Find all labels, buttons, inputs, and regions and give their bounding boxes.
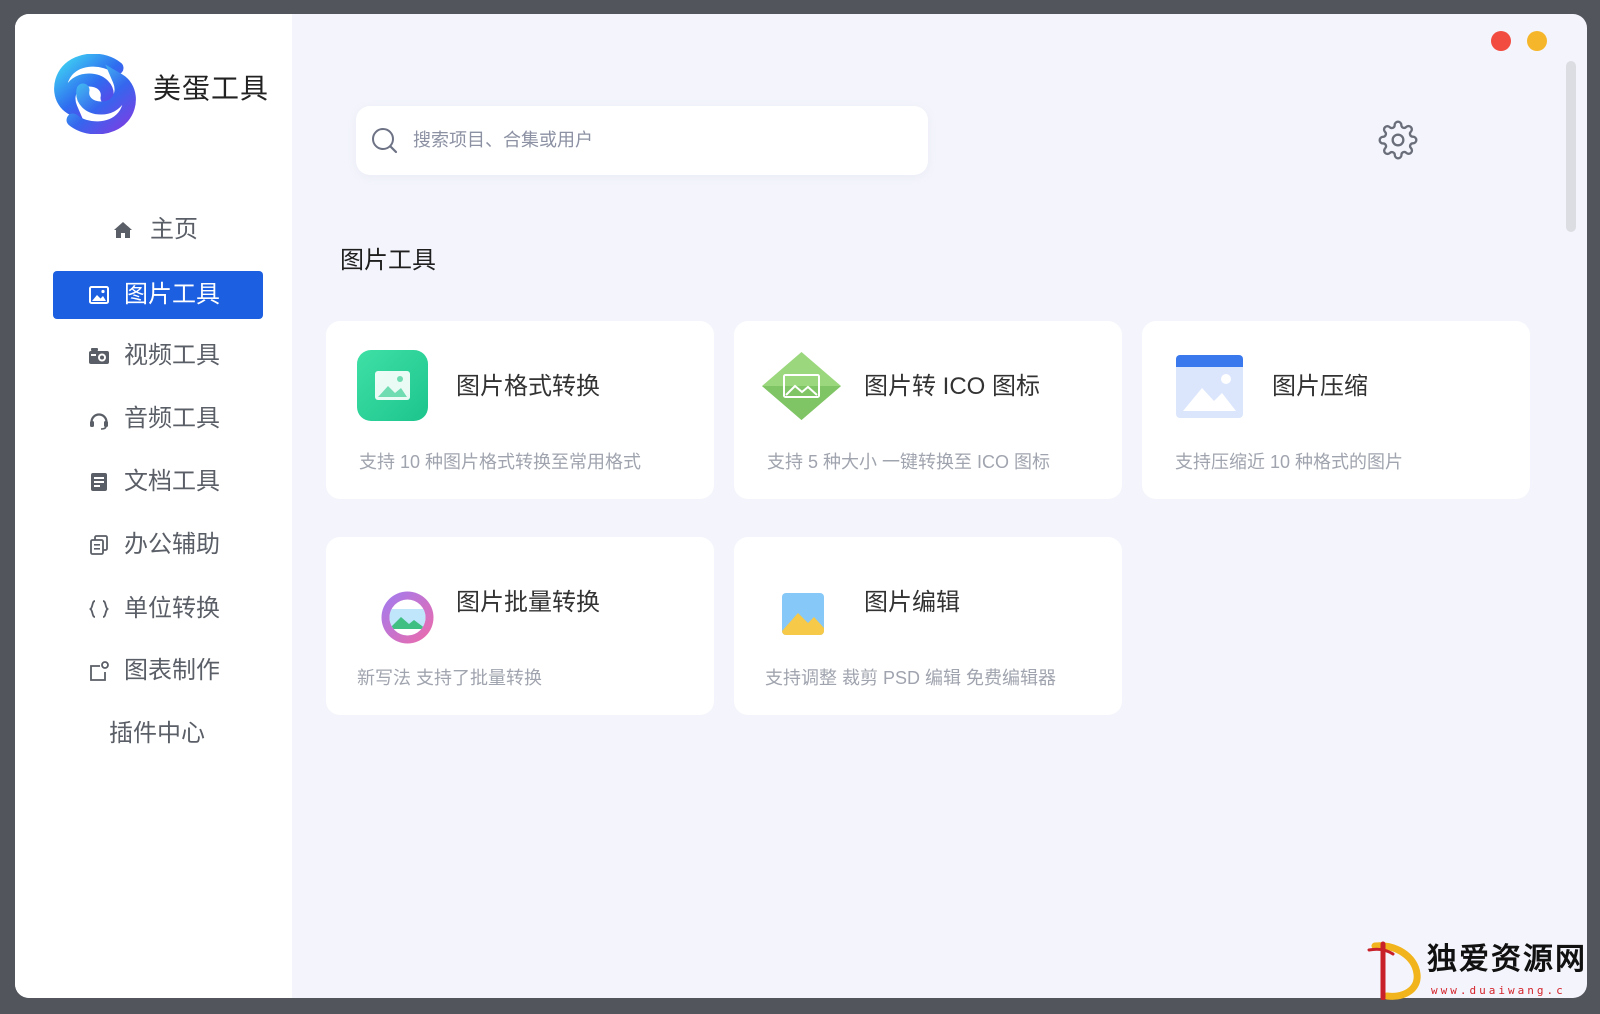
sidebar-item-label: 音频工具 — [124, 405, 220, 432]
sidebar-item-label: 主页 — [150, 216, 198, 243]
sidebar-item-label: 视频工具 — [124, 342, 220, 369]
card-title: 图片批量转换 — [456, 589, 600, 616]
watermark: 独爱资源网 www.duaiwang.c — [1365, 938, 1597, 1010]
image-format-convert-icon — [357, 350, 428, 421]
window-minimize-button[interactable] — [1527, 31, 1547, 51]
gear-icon[interactable] — [1378, 120, 1418, 160]
sidebar-item-chart-making[interactable]: 图表制作 — [53, 647, 263, 695]
sidebar-item-label: 办公辅助 — [124, 531, 220, 558]
tool-card-image-compress[interactable]: 图片压缩 支持压缩近 10 种格式的图片 — [1142, 321, 1530, 499]
watermark-logo-icon — [1367, 941, 1421, 1000]
home-icon — [114, 222, 132, 238]
sidebar-item-video-tools[interactable]: 视频工具 — [53, 332, 263, 380]
sidebar-item-audio-tools[interactable]: 音频工具 — [53, 395, 263, 443]
sidebar-item-document-tools[interactable]: 文档工具 — [53, 458, 263, 506]
sidebar-item-label: 图片工具 — [124, 281, 220, 308]
window-close-button[interactable] — [1491, 31, 1511, 51]
watermark-name: 独爱资源网 — [1427, 942, 1587, 977]
tool-card-image-batch-convert[interactable]: 图片批量转换 新写法 支持了批量转换 — [326, 537, 714, 715]
image-edit-icon — [782, 593, 824, 635]
sidebar-item-label: 图表制作 — [124, 657, 220, 684]
video-icon — [89, 348, 109, 364]
search-input[interactable] — [413, 106, 903, 175]
card-description: 支持压缩近 10 种格式的图片 — [1175, 452, 1404, 472]
search-icon — [372, 128, 398, 154]
card-description: 新写法 支持了批量转换 — [357, 668, 542, 688]
braces-icon — [89, 600, 109, 618]
office-icon — [90, 535, 108, 555]
document-icon — [91, 473, 107, 491]
sidebar-item-unit-convert[interactable]: 单位转换 — [53, 585, 263, 633]
sidebar-item-label: 文档工具 — [124, 468, 220, 495]
card-title: 图片格式转换 — [456, 373, 600, 400]
section-title: 图片工具 — [340, 247, 436, 274]
card-title: 图片压缩 — [1272, 373, 1368, 400]
card-title: 图片编辑 — [864, 589, 960, 616]
image-compress-icon — [1176, 355, 1243, 418]
scrollbar-thumb[interactable] — [1566, 61, 1576, 232]
tool-card-image-format-convert[interactable]: 图片格式转换 支持 10 种图片格式转换至常用格式 — [326, 321, 714, 499]
app-name: 美蛋工具 — [153, 72, 270, 105]
card-description: 支持调整 裁剪 PSD 编辑 免费编辑器 — [765, 668, 1057, 688]
image-to-ico-icon — [762, 352, 841, 420]
search-box[interactable] — [356, 106, 928, 175]
tool-card-image-to-ico[interactable]: 图片转 ICO 图标 支持 5 种大小 一键转换至 ICO 图标 — [734, 321, 1122, 499]
sidebar-item-label: 单位转换 — [124, 595, 220, 622]
tool-card-image-edit[interactable]: 图片编辑 支持调整 裁剪 PSD 编辑 免费编辑器 — [734, 537, 1122, 715]
sidebar-item-label: 插件中心 — [109, 720, 205, 747]
card-description: 支持 10 种图片格式转换至常用格式 — [359, 452, 642, 472]
sidebar-item-image-tools[interactable]: 图片工具 — [53, 271, 263, 319]
watermark-url: www.duaiwang.c — [1431, 984, 1566, 997]
sidebar-item-home[interactable]: 主页 — [53, 206, 263, 254]
image-batch-convert-icon — [381, 591, 434, 644]
sidebar-item-plugin-center[interactable]: 插件中心 — [53, 710, 263, 758]
headset-icon — [90, 413, 108, 430]
chart-icon — [90, 661, 109, 681]
card-description: 支持 5 种大小 一键转换至 ICO 图标 — [767, 452, 1051, 472]
sidebar-item-office-helper[interactable]: 办公辅助 — [53, 521, 263, 569]
image-icon — [89, 286, 109, 304]
card-title: 图片转 ICO 图标 — [864, 373, 1041, 400]
app-window: 美蛋工具 主页 图片工具 视频工具 音频工具 文档工具 办公辅助 单位转换 图表… — [15, 14, 1587, 998]
sidebar: 美蛋工具 主页 图片工具 视频工具 音频工具 文档工具 办公辅助 单位转换 图表… — [15, 14, 292, 998]
app-logo-icon — [54, 54, 136, 134]
